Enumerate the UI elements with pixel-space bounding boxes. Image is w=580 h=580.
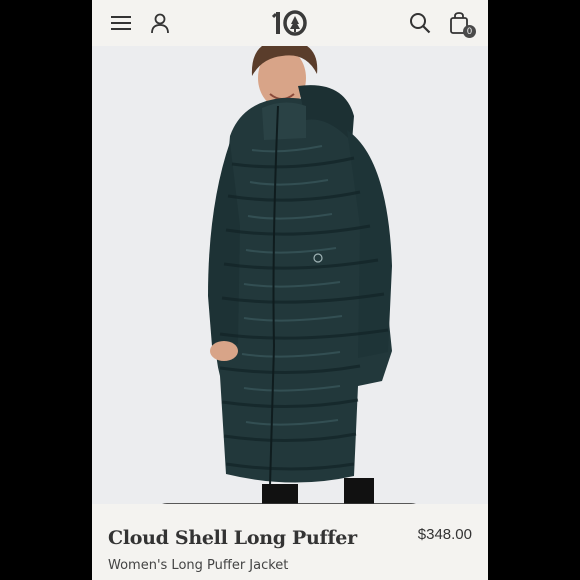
account-icon[interactable] <box>147 10 173 36</box>
product-price: $348.00 <box>417 526 472 543</box>
shopping-bag-icon[interactable]: 0 <box>446 10 476 38</box>
hamburger-menu-icon[interactable] <box>108 10 134 36</box>
product-info: Cloud Shell Long Puffer $348.00 Women's … <box>92 504 488 580</box>
screenshot-frame: 0 Cloud Shell Long Puffer $348.00 Women'… <box>0 0 580 580</box>
tentree-logo[interactable] <box>271 8 308 38</box>
product-page: 0 Cloud Shell Long Puffer $348.00 Women'… <box>92 0 488 580</box>
product-subtitle: Women's Long Puffer Jacket <box>108 558 289 573</box>
product-image[interactable] <box>92 46 488 504</box>
cart-count-badge: 0 <box>463 25 476 38</box>
search-icon[interactable] <box>407 10 433 36</box>
product-title: Cloud Shell Long Puffer <box>108 527 357 549</box>
site-header: 0 <box>92 0 488 46</box>
